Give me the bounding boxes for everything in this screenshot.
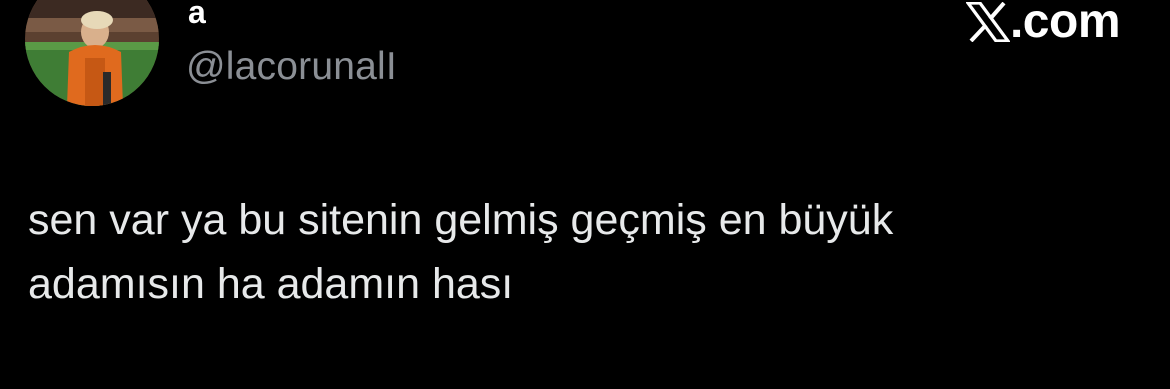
brand-domain-text: .com (1009, 0, 1121, 48)
tweet-text: sen var ya bu sitenin gelmiş geçmiş en b… (28, 188, 1128, 316)
profile-photo-icon (25, 0, 159, 106)
x-brand: .com (965, 0, 1121, 48)
display-name[interactable]: a (188, 0, 206, 32)
tweet-text-line: sen var ya bu sitenin gelmiş geçmiş en b… (28, 196, 894, 244)
tweet-text-line: adamısın ha adamın hası (28, 260, 514, 308)
username-handle[interactable]: @lacorunalI (186, 44, 397, 90)
x-logo-icon (965, 2, 1010, 42)
tweet-card: a @lacorunalI .com sen var ya bu sitenin… (0, 0, 1170, 389)
avatar[interactable] (25, 0, 159, 106)
